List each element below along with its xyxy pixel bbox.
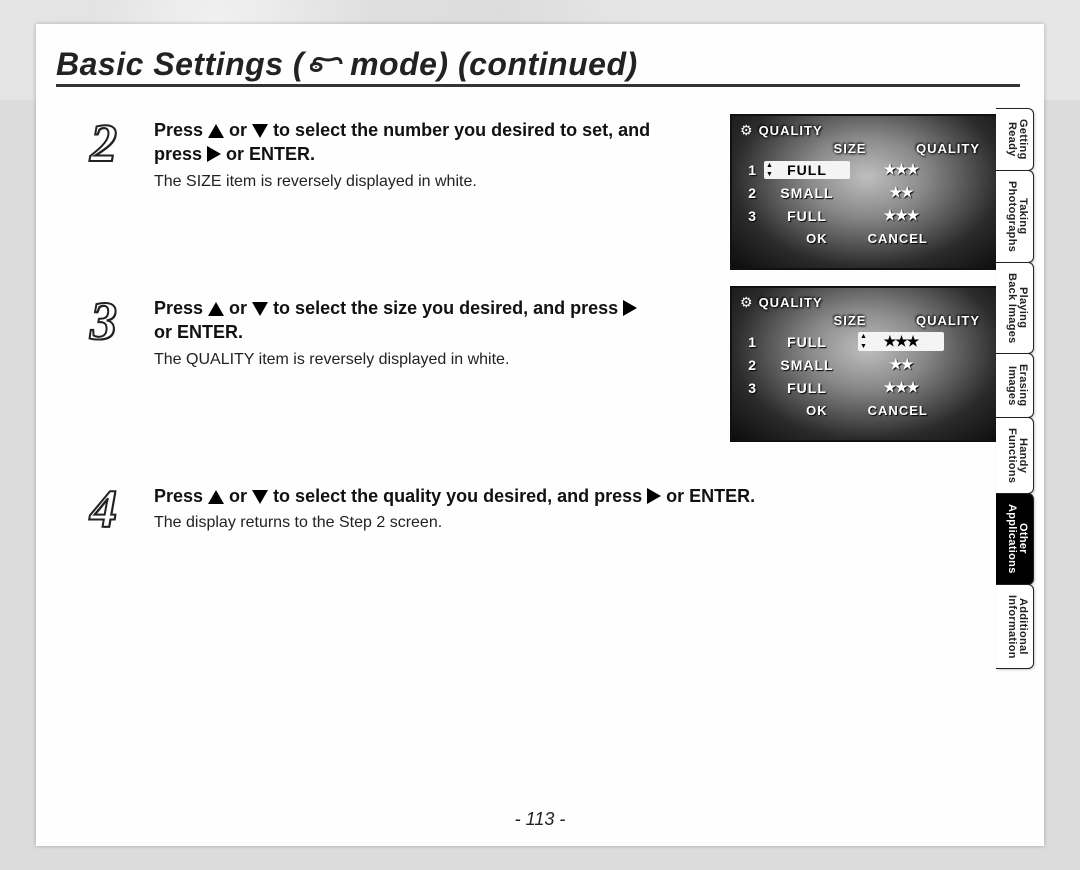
step-number: 4 [90,478,117,540]
lcd-row-num: 2 [740,185,756,201]
lcd-quality-cell: ★★ [858,183,944,202]
gear-icon: ⚙ [740,122,753,139]
lcd-size-cell: SMALL [764,356,850,374]
right-arrow-icon [207,146,221,162]
lcd-size-cell: FULL [764,207,850,225]
step-note: The SIZE item is reversely displayed in … [154,173,654,191]
lcd-screenshot-size-selected: ⚙ QUALITY SIZE QUALITY 1 FULL ★★★ 2 SMAL… [730,114,1004,270]
side-tabs: GettingReady TakingPhotographs PlayingBa… [996,108,1034,669]
manual-page: Basic Settings ( mode) (continued) 2 Pre… [36,24,1044,846]
lcd-row-num: 3 [740,380,756,396]
lcd-quality-cell: ★★★ [858,378,944,397]
lcd-menu-title: QUALITY [759,123,823,138]
title-prefix: Basic Settings ( [56,46,304,83]
step-instruction: Press or to select the quality you desir… [154,484,984,508]
page-title: Basic Settings ( mode) (continued) [56,46,638,83]
page-number: - 113 - [36,809,1044,830]
lcd-row-num: 1 [740,162,756,178]
lcd-header-size: SIZE [810,141,890,156]
tab-taking-photographs[interactable]: TakingPhotographs [996,170,1034,263]
lcd-row-num: 2 [740,357,756,373]
lcd-quality-cell: ★★★ [858,160,944,179]
lcd-quality-cell: ★★ [858,355,944,374]
lcd-size-cell: FULL [764,161,850,179]
right-arrow-icon [623,300,637,316]
lcd-quality-cell: ★★★ [858,206,944,225]
tab-getting-ready[interactable]: GettingReady [996,108,1034,171]
down-arrow-icon [252,490,268,504]
title-suffix: mode) (continued) [350,46,638,83]
lcd-menu-title: QUALITY [759,295,823,310]
lcd-header-size: SIZE [810,313,890,328]
lcd-ok: OK [806,231,828,246]
lcd-header-quality: QUALITY [908,141,988,156]
up-arrow-icon [208,302,224,316]
lcd-header-quality: QUALITY [908,313,988,328]
lcd-size-cell: FULL [764,379,850,397]
lcd-screenshot-quality-selected: ⚙ QUALITY SIZE QUALITY 1 FULL ★★★ 2 SMAL… [730,286,1004,442]
step-instruction: Press or to select the size you desired,… [154,296,654,345]
step-number: 2 [90,112,117,174]
step-note: The display returns to the Step 2 screen… [154,514,984,532]
tab-playing-back-images[interactable]: PlayingBack Images [996,262,1034,355]
lcd-size-cell: FULL [764,333,850,351]
gear-icon: ⚙ [740,294,753,311]
down-arrow-icon [252,302,268,316]
tab-additional-information[interactable]: AdditionalInformation [996,584,1034,670]
step-instruction: Press or to select the number you desire… [154,118,654,167]
up-arrow-icon [208,124,224,138]
title-underline [56,84,1020,87]
lcd-quality-cell: ★★★ [858,332,944,351]
lcd-row-num: 1 [740,334,756,350]
step-4: 4 Press or to select the quality you des… [90,484,990,532]
step-number: 3 [90,290,117,352]
lcd-cancel: CANCEL [868,403,928,418]
tab-erasing-images[interactable]: ErasingImages [996,353,1034,417]
tab-other-applications[interactable]: OtherApplications [996,493,1034,585]
lcd-row-num: 3 [740,208,756,224]
setup-mode-icon [310,46,344,83]
down-arrow-icon [252,124,268,138]
lcd-cancel: CANCEL [868,231,928,246]
up-arrow-icon [208,490,224,504]
step-note: The QUALITY item is reversely displayed … [154,351,654,369]
lcd-ok: OK [806,403,828,418]
lcd-size-cell: SMALL [764,184,850,202]
right-arrow-icon [647,488,661,504]
tab-handy-functions[interactable]: HandyFunctions [996,417,1034,494]
